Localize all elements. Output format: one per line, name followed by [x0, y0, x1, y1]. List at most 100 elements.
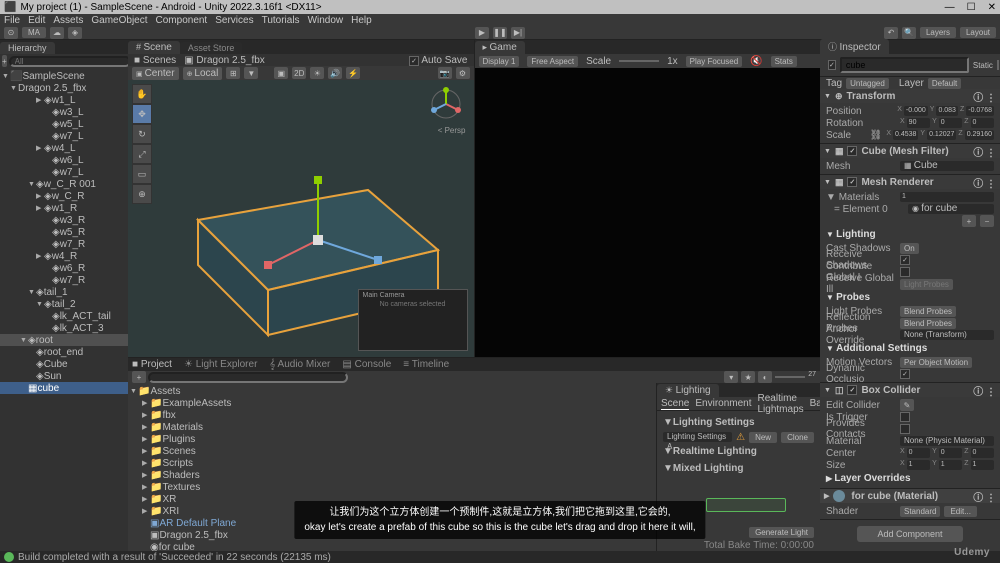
scale-z[interactable]: 0.29160 [965, 130, 994, 140]
pos-z[interactable]: -0.0768 [966, 106, 994, 116]
game-play-focused[interactable]: Play Focused [686, 56, 742, 67]
game-display-dropdown[interactable]: Display 1 [479, 56, 520, 67]
game-stats[interactable]: Stats [771, 56, 797, 67]
tab-scene[interactable]: # Scene [128, 41, 180, 54]
lighting-settings-field[interactable]: Lighting Settings A [663, 432, 732, 442]
mute-icon[interactable]: 🔇 [750, 56, 762, 67]
scene-audio-icon[interactable]: 🔊 [328, 67, 342, 79]
tab-console[interactable]: ▤ Console [342, 359, 391, 370]
center-y[interactable]: 0 [939, 448, 962, 458]
pause-button[interactable]: ❚❚ [493, 27, 507, 39]
scene-draw-mode[interactable]: ▣ [274, 67, 288, 79]
menu-services[interactable]: Services [215, 15, 253, 26]
tab-timeline[interactable]: ≡ Timeline [403, 359, 449, 370]
materials-remove-button[interactable]: − [980, 215, 994, 227]
tree-item[interactable]: ▼◈ w_C_R 001 [0, 178, 128, 190]
lighting-settings-header[interactable]: ▼ Lighting Settings [663, 414, 814, 431]
scene-2d-toggle[interactable]: 2D [292, 67, 306, 79]
tab-inspector[interactable]: ⓘ Inspector [820, 39, 889, 54]
tree-item[interactable]: ▶◈ w1_R [0, 202, 128, 214]
lighting-new-button[interactable]: New [749, 432, 777, 443]
material-header[interactable]: ▶for cube (Material)ⓘ ⋮ [820, 489, 1000, 503]
center-x[interactable]: 0 [907, 448, 930, 458]
edit-collider-button[interactable]: ✎ [900, 399, 914, 411]
tab-light-explorer[interactable]: ☀ Light Explorer [184, 359, 257, 370]
tree-item[interactable]: ▶◈ w_C_R [0, 190, 128, 202]
light-probes-dropdown[interactable]: Blend Probes [900, 306, 956, 317]
menu-window[interactable]: Window [308, 15, 344, 26]
tab-project[interactable]: ■ Project [132, 359, 172, 370]
hierarchy-add-button[interactable]: + [2, 55, 7, 67]
tree-item[interactable]: ▶◈ w1_L [0, 94, 128, 106]
transform-tool[interactable]: ⊕ [132, 184, 152, 204]
scene-gizmos-icon[interactable]: ⚙ [456, 67, 470, 79]
scene-local-global[interactable]: ⊕ Local [183, 67, 223, 80]
tag-dropdown[interactable]: Untagged [846, 78, 889, 89]
tree-item[interactable]: ◈ w5_L [0, 118, 128, 130]
contribute-gi-checkbox[interactable] [900, 267, 910, 277]
version-control-icon[interactable]: ◈ [68, 27, 82, 39]
center-z[interactable]: 0 [971, 448, 994, 458]
rotate-tool[interactable]: ↻ [132, 124, 152, 144]
breadcrumb-item[interactable]: ▣ Dragon 2.5_fbx [184, 55, 265, 66]
tree-item[interactable]: ◈ w3_L [0, 106, 128, 118]
hand-tool[interactable]: ✋ [132, 84, 152, 104]
menu-gameobject[interactable]: GameObject [91, 15, 147, 26]
layout-dropdown[interactable]: Layout [960, 27, 996, 38]
account-dropdown[interactable]: MA [22, 27, 46, 38]
tab-hierarchy[interactable]: Hierarchy [0, 42, 55, 54]
close-button[interactable]: ✕ [988, 2, 996, 13]
scene-pivot-center[interactable]: ▣ Center [132, 67, 179, 80]
asset-item[interactable]: ▣ Dragon 2.5_fbx [128, 529, 288, 541]
step-button[interactable]: ▶| [511, 27, 525, 39]
game-aspect-dropdown[interactable]: Free Aspect [527, 56, 578, 67]
account-icon[interactable]: ⊙ [4, 27, 18, 39]
assets-root[interactable]: ▼📁 Assets [128, 385, 288, 397]
scale-tool[interactable]: ⤢ [132, 144, 152, 164]
tree-item[interactable]: ◈ w7_R [0, 274, 128, 286]
receive-shadows-checkbox[interactable]: ✓ [900, 255, 910, 265]
pos-x[interactable]: -0.000 [904, 106, 928, 116]
rect-tool[interactable]: ▭ [132, 164, 152, 184]
rot-z[interactable]: 0 [971, 118, 994, 128]
lighting-section-header[interactable]: ▼ Lighting [826, 227, 994, 242]
tree-item[interactable]: ▶◈ w4_L [0, 142, 128, 154]
box-collider-header[interactable]: ▼◫ ✓ Box Colliderⓘ ⋮ [820, 383, 1000, 397]
transform-header[interactable]: ▼⊕ Transformⓘ ⋮ [820, 89, 1000, 103]
probes-section-header[interactable]: ▼ Probes [826, 290, 994, 305]
folder-item[interactable]: ▶📁 Shaders [128, 469, 288, 481]
scale-link-icon[interactable]: ⛓ [870, 130, 883, 141]
folder-item[interactable]: ▶📁 Plugins [128, 433, 288, 445]
grid-snap-icon[interactable]: ⊞ [226, 67, 240, 79]
menu-tutorials[interactable]: Tutorials [262, 15, 300, 26]
folder-item[interactable]: ▶📁 Textures [128, 481, 288, 493]
tree-item[interactable]: ◈ w5_R [0, 226, 128, 238]
search-icon[interactable]: 🔍 [902, 27, 916, 39]
tree-item[interactable]: ◈ w7_R [0, 238, 128, 250]
shader-dropdown[interactable]: Standard [900, 506, 940, 517]
scene-viewport[interactable]: ✋ ✥ ↻ ⤢ ▭ ⊕ < Persp [128, 80, 474, 357]
project-slider[interactable] [775, 376, 805, 378]
menu-assets[interactable]: Assets [53, 15, 83, 26]
materials-add-button[interactable]: + [962, 215, 976, 227]
play-button[interactable]: ▶ [475, 27, 489, 39]
dynamic-occlusion-checkbox[interactable]: ✓ [900, 369, 910, 379]
tree-item[interactable]: ▶◈ w4_R [0, 250, 128, 262]
project-add-button[interactable]: + [132, 371, 146, 383]
scene-camera-icon[interactable]: 📷 [438, 67, 452, 79]
scale-y[interactable]: 0.12027 [927, 130, 956, 140]
project-hidden-icon[interactable]: ◐ [758, 371, 772, 383]
gameobject-active-checkbox[interactable]: ✓ [828, 60, 836, 70]
mixed-lighting-header[interactable]: ▼ Mixed Lighting [663, 460, 814, 477]
tree-item[interactable]: ▼◈ tail_2 [0, 298, 128, 310]
menu-edit[interactable]: Edit [28, 15, 45, 26]
tree-item[interactable]: ◈ Cube [0, 358, 128, 370]
cast-shadows-dropdown[interactable]: On [900, 243, 919, 254]
tree-item[interactable]: ◈ Sun [0, 370, 128, 382]
hierarchy-search[interactable] [9, 56, 131, 67]
tree-item[interactable]: ◈ lk_ACT_3 [0, 322, 128, 334]
game-scale-slider[interactable] [619, 60, 659, 62]
tree-item[interactable]: ◈ w6_R [0, 262, 128, 274]
folder-item[interactable]: ▶📁 Scenes [128, 445, 288, 457]
static-checkbox[interactable] [997, 60, 999, 70]
